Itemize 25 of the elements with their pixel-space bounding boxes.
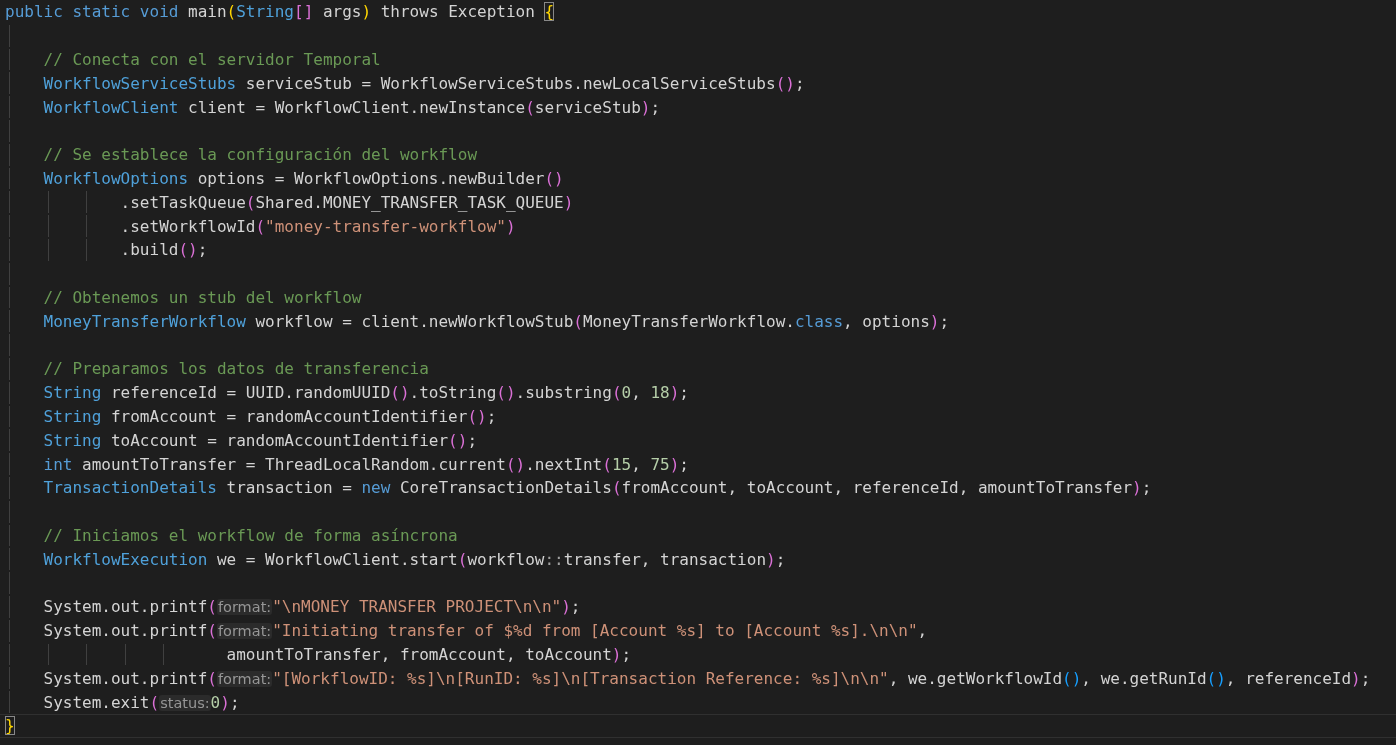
code-line: WorkflowClient client = WorkflowClient.newInstance(serviceStub); [43,97,661,117]
code-line: System.exit(status:0); [43,692,240,712]
code-comment: // Iniciamos el workflow de forma asíncrona [43,525,458,545]
code-line: System.out.printf(format:"[WorkflowID: %s]\n[RunID: %s]\n[Transaction Reference: %s]\n\n", we.getWorkflowId(), we.getRunId(), referenceId); [43,668,1371,688]
code-line: TransactionDetails transaction = new CoreTransactionDetails(fromAccount, toAccount, referenceId, amountToTransfer); [43,478,1152,498]
code-line: MoneyTransferWorkflow workflow = client.newWorkflowStub(MoneyTransferWorkflow.class, options); [43,311,950,331]
code-comment: // Obtenemos un stub del workflow [43,287,362,307]
code-line: public static void main(String[] args) throws Exception { [5,2,555,22]
code-line: int amountToTransfer = ThreadLocalRandom.current().nextInt(15, 75); [43,454,689,474]
code-line: .setWorkflowId("money-transfer-workflow") [120,216,516,236]
code-line: .build(); [120,240,208,260]
code-comment: // Se establece la configuración del workflow [43,145,477,165]
code-line: .setTaskQueue(Shared.MONEY_TRANSFER_TASK_QUEUE) [120,192,574,212]
code-line: } [5,716,15,736]
code-line: String referenceId = UUID.randomUUID().toString().substring(0, 18); [43,383,689,403]
code-line: String toAccount = randomAccountIdentifier(); [43,430,477,450]
code-line: WorkflowOptions options = WorkflowOptions.newBuilder() [43,168,564,188]
code-line: System.out.printf(format:"\nMONEY TRANSFER PROJECT\n\n"); [43,597,581,617]
code-line: WorkflowExecution we = WorkflowClient.start(workflow::transfer, transaction); [43,549,786,569]
code-comment: // Conecta con el servidor Temporal [43,50,381,69]
code-comment: // Preparamos los datos de transferencia [43,359,429,379]
code-line: System.out.printf(format:"Initiating transfer of $%d from [Account %s] to [Account %s].\n\n", [43,621,928,641]
code-line: amountToTransfer, fromAccount, toAccount); [226,644,632,664]
code-line: String fromAccount = randomAccountIdentifier(); [43,406,497,426]
code-line: WorkflowServiceStubs serviceStub = WorkflowServiceStubs.newLocalServiceStubs(); [43,73,805,93]
